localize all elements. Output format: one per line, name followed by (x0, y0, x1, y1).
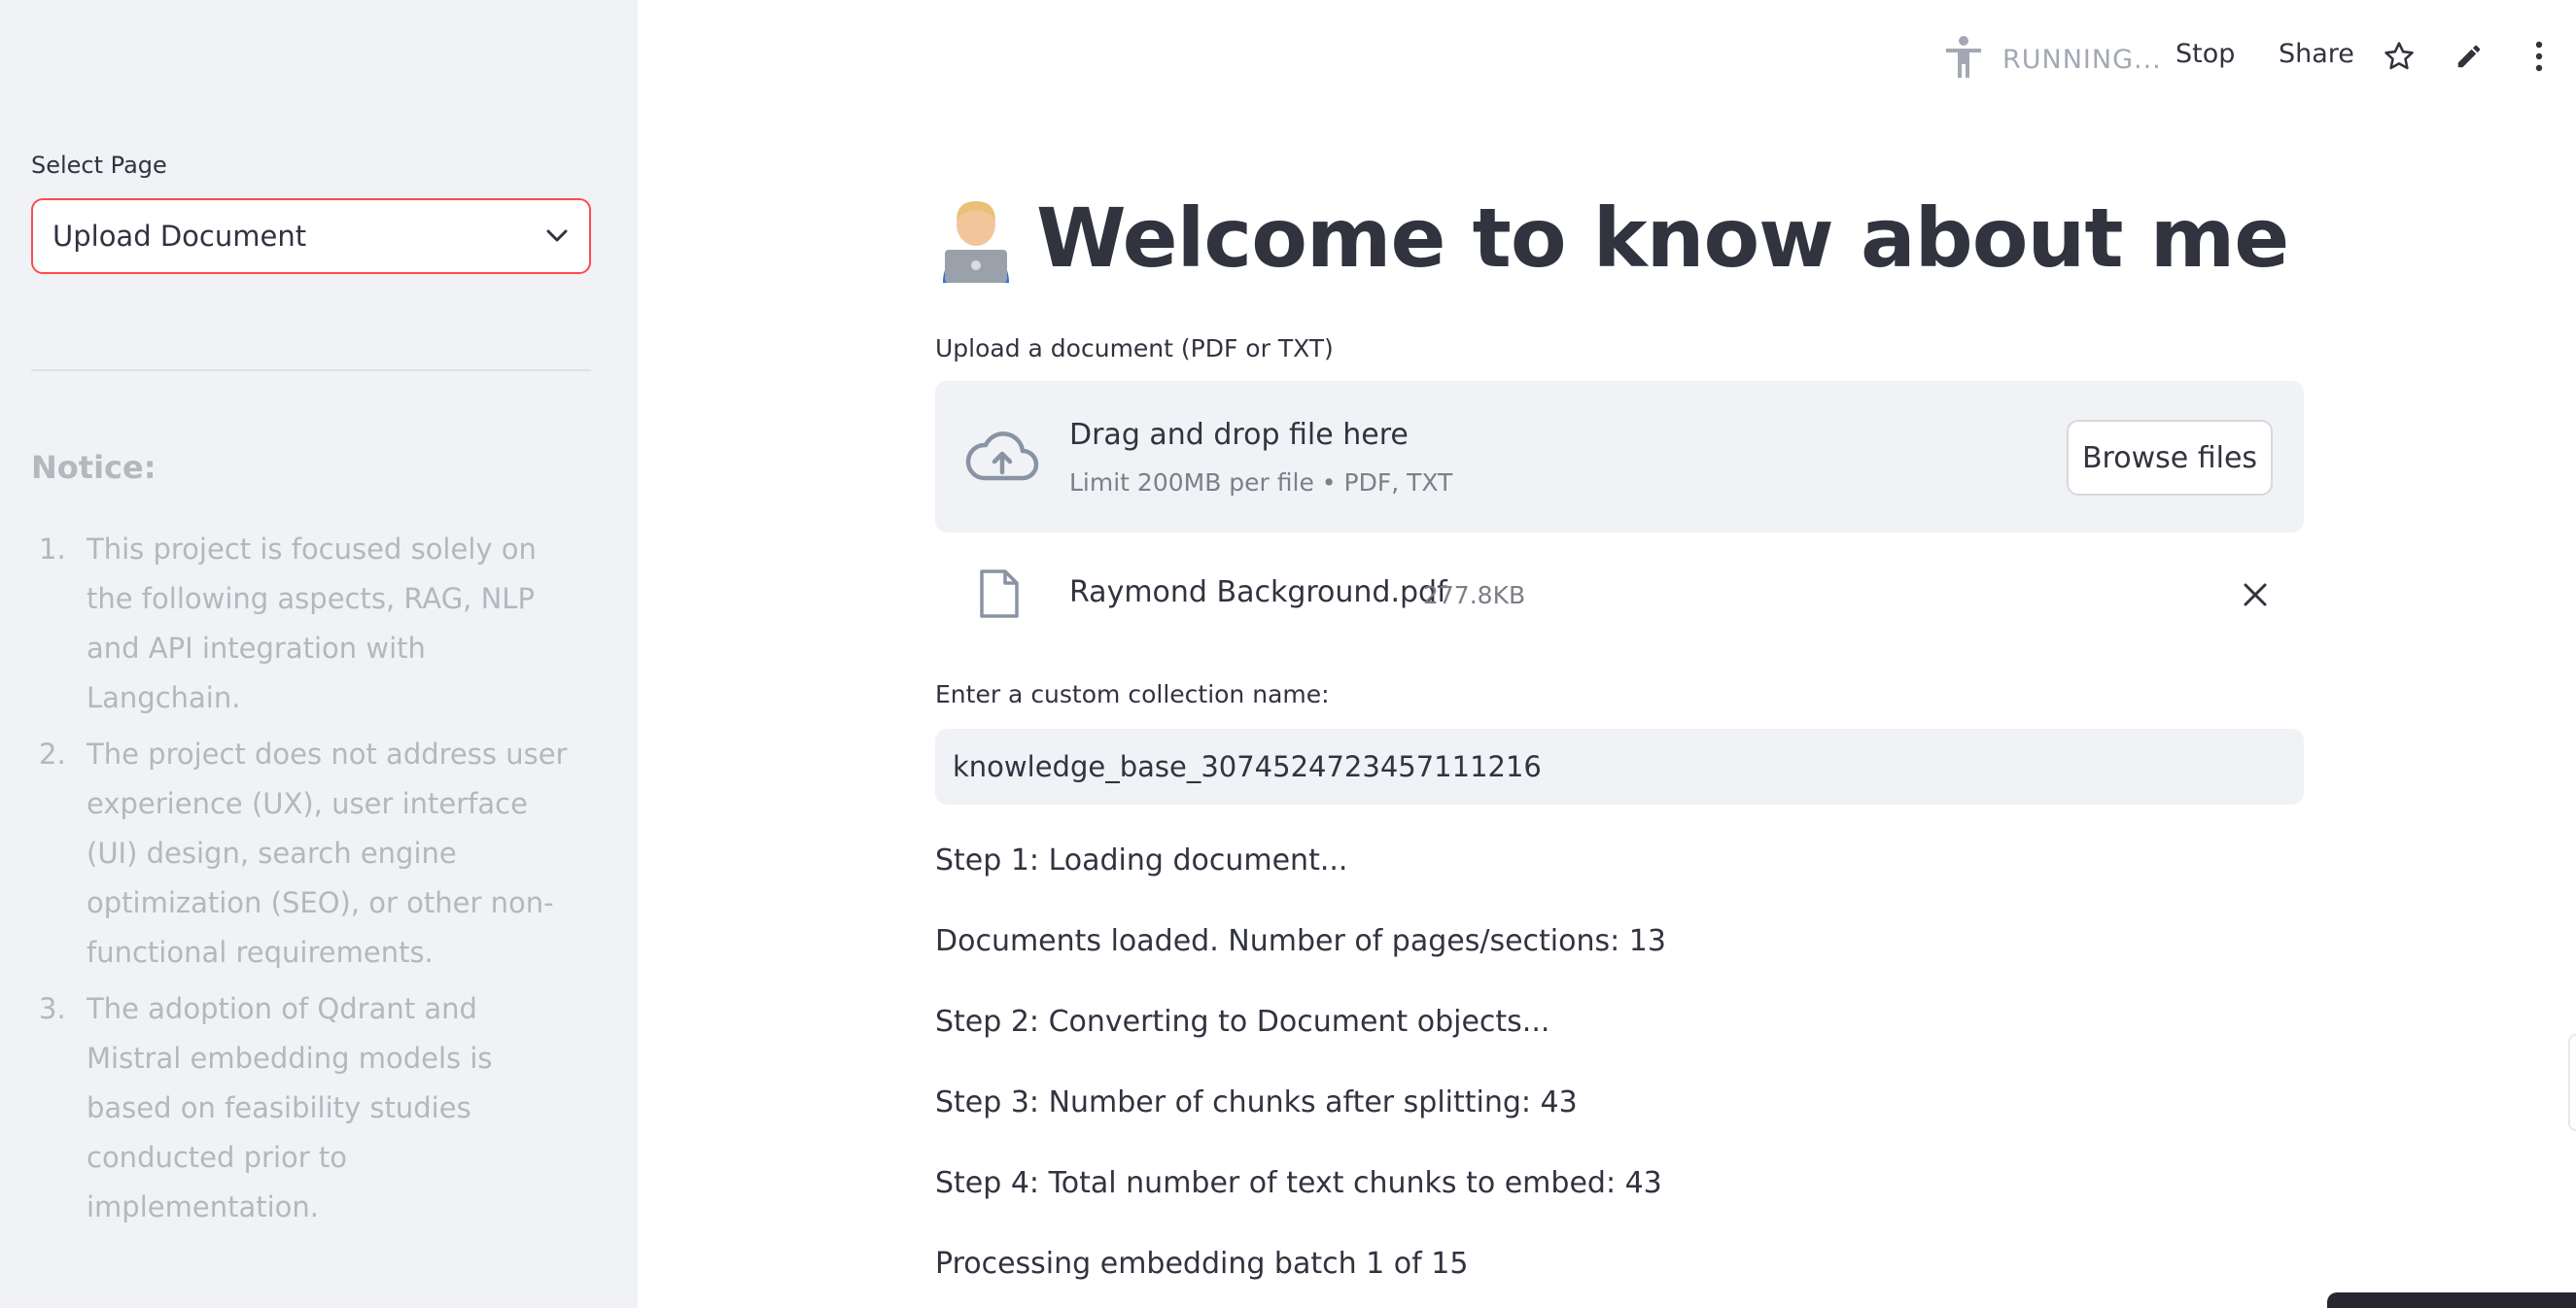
notice-list: 1. This project is focused solely on the… (31, 525, 575, 1239)
page-title: Welcome to know about me (935, 190, 2289, 286)
dropzone-limit-text: Limit 200MB per file • PDF, TXT (1069, 468, 1453, 497)
notice-item: 1. This project is focused solely on the… (31, 525, 575, 723)
uploaded-file-row: Raymond Background.pdf 277.8KB (935, 554, 2304, 636)
select-page-value: Upload Document (52, 220, 307, 253)
close-icon[interactable] (2238, 577, 2273, 612)
notice-item-number: 1. (39, 533, 66, 566)
browse-files-button[interactable]: Browse files (2067, 420, 2273, 496)
sidebar-divider (31, 369, 591, 371)
collection-name-label: Enter a custom collection name: (935, 680, 1330, 708)
collection-name-input[interactable] (935, 729, 2304, 805)
notice-item: 2. The project does not address user exp… (31, 730, 575, 978)
running-person-icon (1942, 35, 1985, 84)
log-line: Processing embedding batch 1 of 15 (935, 1247, 1469, 1281)
chevron-down-icon (544, 224, 570, 249)
select-page-dropdown[interactable]: Upload Document (31, 198, 591, 274)
log-line: Step 1: Loading document... (935, 843, 1348, 878)
select-page-label: Select Page (31, 152, 167, 179)
sidebar: Select Page Upload Document Notice: 1. T… (0, 0, 638, 1308)
notice-item-number: 2. (39, 738, 66, 771)
log-line: Step 3: Number of chunks after splitting… (935, 1085, 1578, 1119)
uploaded-file-name: Raymond Background.pdf (1069, 575, 1447, 609)
more-menu-icon[interactable] (2522, 39, 2557, 74)
cloud-upload-icon (964, 428, 1040, 486)
technologist-emoji-icon (935, 193, 1017, 283)
app-root: Select Page Upload Document Notice: 1. T… (0, 0, 2576, 1308)
notice-item-text: The project does not address user experi… (87, 738, 568, 969)
notice-item-text: This project is focused solely on the fo… (87, 533, 537, 714)
stop-button[interactable]: Stop (2176, 39, 2235, 69)
file-icon (978, 568, 1021, 620)
running-status: RUNNING... (1942, 35, 2162, 84)
log-line: Step 2: Converting to Document objects..… (935, 1005, 1550, 1039)
file-dropzone[interactable]: Drag and drop file here Limit 200MB per … (935, 381, 2304, 533)
notice-item: 3. The adoption of Qdrant and Mistral em… (31, 984, 575, 1232)
uploaded-file-size: 277.8KB (1423, 581, 1526, 609)
share-button[interactable]: Share (2279, 39, 2354, 69)
edit-pencil-icon[interactable] (2452, 39, 2487, 74)
notice-title: Notice: (31, 449, 157, 486)
bottom-status-panel (2327, 1292, 2576, 1308)
notice-item-text: The adoption of Qdrant and Mistral embed… (87, 992, 493, 1223)
side-panel-edge (2568, 1034, 2576, 1131)
notice-item-number: 3. (39, 992, 66, 1025)
page-title-text: Welcome to know about me (1036, 190, 2289, 286)
upload-label: Upload a document (PDF or TXT) (935, 334, 1334, 362)
dropzone-title: Drag and drop file here (1069, 418, 1409, 452)
log-line: Documents loaded. Number of pages/sectio… (935, 924, 1666, 958)
star-icon[interactable] (2382, 39, 2417, 74)
running-text: RUNNING... (2002, 44, 2162, 75)
log-line: Step 4: Total number of text chunks to e… (935, 1166, 1662, 1200)
